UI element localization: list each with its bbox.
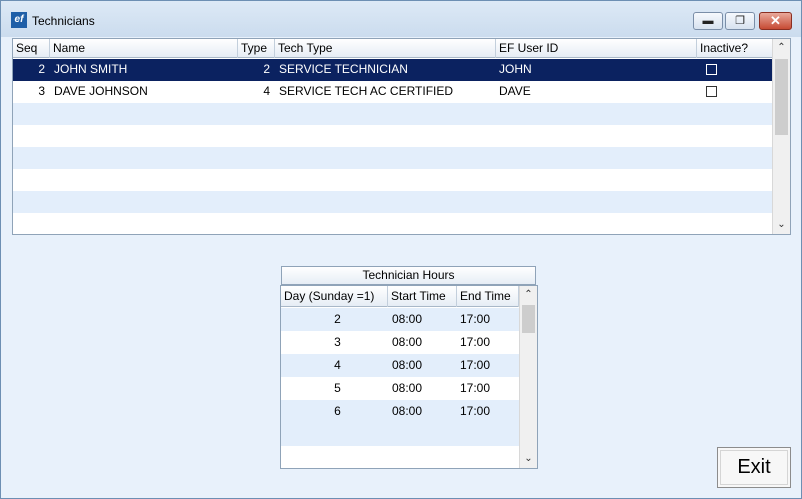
cell-end-time[interactable]: 17:00 [457,308,519,331]
cell-name[interactable]: JOHN SMITH [50,59,238,81]
cell-name[interactable]: DAVE JOHNSON [50,81,238,103]
grid-header: Seq Name Type Tech Type EF User ID Inact… [13,39,773,58]
cell-type: 4 [263,84,270,98]
table-row[interactable]: 2 JOHN SMITH 2 SERVICE TECHNICIAN JOHN [13,59,773,81]
cell-ef-user-id: JOHN [499,62,532,76]
title-bar[interactable]: ef Technicians ▬ ❐ ✕ [1,1,801,37]
technicians-grid[interactable]: Seq Name Type Tech Type EF User ID Inact… [12,38,791,235]
cell-end-time[interactable]: 17:00 [457,331,519,354]
scroll-thumb[interactable] [775,59,788,135]
empty-row [13,147,773,169]
column-header-seq[interactable]: Seq [13,39,50,58]
column-header-name[interactable]: Name [50,39,238,58]
column-header-ef-user-id[interactable]: EF User ID [496,39,697,58]
cell-start-time[interactable]: 08:00 [388,377,457,400]
cell-day[interactable]: 5 [281,377,388,400]
app-logo-icon: ef [11,12,27,28]
cell-day[interactable]: 3 [281,331,388,354]
hours-header: Day (Sunday =1) Start Time End Time [281,286,519,307]
column-header-type[interactable]: Type [238,39,275,58]
close-button[interactable]: ✕ [759,12,792,30]
cell-type: 2 [263,62,270,76]
cell-seq: 2 [38,62,45,76]
empty-row [13,169,773,191]
minimize-button[interactable]: ▬ [693,12,723,30]
chevron-down-icon[interactable]: ⌄ [773,217,790,233]
restore-icon: ❐ [735,15,745,27]
technician-hours-grid[interactable]: Day (Sunday =1) Start Time End Time 2 08… [280,285,538,469]
technicians-window: ef Technicians ▬ ❐ ✕ Seq Name Type Tech … [0,0,802,499]
empty-row [281,423,519,446]
cell-start-time[interactable]: 08:00 [388,308,457,331]
cell-day[interactable]: 6 [281,400,388,423]
column-header-inactive[interactable]: Inactive? [697,39,773,58]
window-title: Technicians [32,14,95,28]
empty-row [13,213,773,234]
cell-start-time[interactable]: 08:00 [388,400,457,423]
column-header-tech-type[interactable]: Tech Type [275,39,496,58]
cell-end-time[interactable]: 17:00 [457,354,519,377]
hours-vertical-scrollbar[interactable]: ⌃ ⌄ [519,286,537,468]
cell-end-time[interactable]: 17:00 [457,400,519,423]
inactive-checkbox[interactable] [706,64,717,75]
inactive-checkbox[interactable] [706,86,717,97]
cell-day[interactable]: 4 [281,354,388,377]
table-row[interactable]: 3 DAVE JOHNSON 4 SERVICE TECH AC CERTIFI… [13,81,773,103]
empty-row [13,191,773,213]
grid-vertical-scrollbar[interactable]: ⌃ ⌄ [772,39,790,234]
minimize-icon: ▬ [702,15,714,27]
cell-start-time[interactable]: 08:00 [388,331,457,354]
cell-seq: 3 [38,84,45,98]
restore-button[interactable]: ❐ [725,12,755,30]
hours-row[interactable]: 4 08:00 17:00 [281,354,519,377]
technician-hours-title: Technician Hours [281,266,536,285]
chevron-up-icon[interactable]: ⌃ [520,287,537,303]
empty-row [13,103,773,125]
cell-tech-type: SERVICE TECH AC CERTIFIED [279,84,454,98]
column-header-start-time[interactable]: Start Time [388,286,457,307]
hours-row[interactable]: 2 08:00 17:00 [281,308,519,331]
scroll-thumb[interactable] [522,305,535,333]
close-icon: ✕ [770,13,781,28]
hours-row[interactable]: 5 08:00 17:00 [281,377,519,400]
hours-row[interactable]: 3 08:00 17:00 [281,331,519,354]
hours-row[interactable]: 6 08:00 17:00 [281,400,519,423]
column-header-end-time[interactable]: End Time [457,286,519,307]
empty-row [281,446,519,468]
cell-ef-user-id: DAVE [499,84,531,98]
empty-row [13,125,773,147]
column-header-day[interactable]: Day (Sunday =1) [281,286,388,307]
cell-start-time[interactable]: 08:00 [388,354,457,377]
cell-end-time[interactable]: 17:00 [457,377,519,400]
cell-tech-type: SERVICE TECHNICIAN [279,62,408,76]
exit-button[interactable]: Exit [717,447,791,488]
cell-day[interactable]: 2 [281,308,388,331]
chevron-up-icon[interactable]: ⌃ [773,40,790,56]
chevron-down-icon[interactable]: ⌄ [520,451,537,467]
